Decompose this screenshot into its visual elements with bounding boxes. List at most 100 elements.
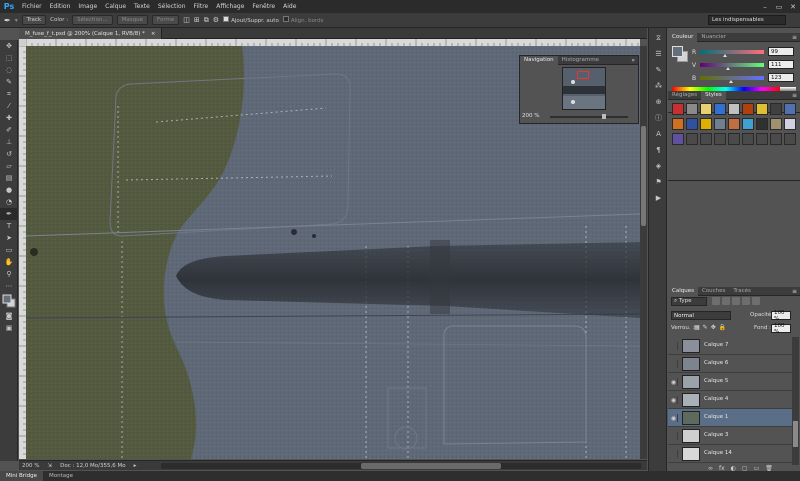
style-swatch[interactable] (700, 118, 712, 130)
style-swatch[interactable] (756, 118, 768, 130)
style-swatch[interactable] (672, 118, 684, 130)
tab-paths[interactable]: Tracés (729, 287, 754, 296)
tab-adjustments[interactable]: Réglages (668, 91, 701, 100)
track-mode-select[interactable]: Track (21, 15, 47, 25)
style-swatch[interactable] (742, 103, 754, 115)
layer-row[interactable]: Calque 14 (668, 445, 792, 463)
brush-panel-icon[interactable]: ✎ (649, 64, 668, 76)
horizontal-ruler[interactable] (25, 39, 640, 46)
layers-scrollbar[interactable] (792, 337, 799, 465)
pen-tool-icon[interactable]: ✒ (4, 16, 11, 25)
eyedropper-tool-icon[interactable]: ⁄ (0, 100, 18, 112)
character-panel-icon[interactable]: A (649, 128, 668, 140)
style-swatch[interactable] (672, 103, 684, 115)
style-swatch[interactable] (714, 103, 726, 115)
status-menu-arrow-icon[interactable]: ▸ (134, 463, 137, 469)
history-brush-tool-icon[interactable]: ↺ (0, 148, 18, 160)
filter-type-icon[interactable] (732, 297, 740, 305)
selection-button[interactable]: Sélection... (72, 15, 113, 25)
styles-panel-menu-icon[interactable]: ≡ (792, 92, 797, 99)
maximize-button[interactable]: ▭ (772, 0, 786, 13)
shape-tool-icon[interactable]: ▭ (0, 244, 18, 256)
menu-aide[interactable]: Aide (279, 3, 300, 10)
crop-tool-icon[interactable]: ⌗ (0, 88, 18, 100)
menu-selection[interactable]: Sélection (154, 3, 190, 10)
gear-icon[interactable]: ⚙ (213, 16, 219, 24)
document-tab[interactable]: M_fuse_f_t.psd @ 200% (Calque 1, RVB/8) … (19, 28, 163, 39)
style-swatch[interactable] (686, 118, 698, 130)
tab-styles[interactable]: Styles (701, 90, 726, 100)
filter-smart-object-icon[interactable] (752, 297, 760, 305)
visibility-eye-icon[interactable] (670, 342, 678, 350)
menu-edition[interactable]: Edition (46, 3, 75, 10)
lock-all-icon[interactable]: 🔒 (719, 324, 726, 331)
tab-timeline[interactable]: Montage (43, 471, 79, 481)
shape-button[interactable]: Forme (152, 15, 180, 25)
actions-panel-icon[interactable]: ▶ (649, 192, 668, 204)
visibility-eye-icon[interactable]: ◉ (670, 378, 678, 386)
path-arrangement-icon[interactable]: ⧉ (204, 16, 209, 25)
canvas-horizontal-scrollbar[interactable] (161, 463, 641, 469)
tab-layers[interactable]: Calques (668, 286, 698, 296)
horizontal-scroll-thumb[interactable] (361, 463, 501, 469)
mask-button[interactable]: Masque (116, 15, 149, 25)
style-swatch[interactable] (784, 103, 796, 115)
layer-row[interactable]: ◉ Calque 5 (668, 373, 792, 391)
path-alignment-icon[interactable]: ⊞ (194, 16, 200, 24)
minimize-button[interactable]: – (758, 0, 772, 13)
foreground-color-swatch[interactable] (672, 46, 683, 57)
green-slider-knob[interactable] (726, 67, 731, 70)
canvas-vertical-scrollbar[interactable] (640, 46, 647, 459)
green-slider[interactable] (700, 63, 764, 67)
tool-presets-icon[interactable]: ⚑ (649, 176, 668, 188)
fill-input[interactable]: 100 % (771, 323, 791, 335)
export-icon[interactable]: ⇲ (47, 463, 52, 469)
auto-add-delete-checkbox[interactable]: Ajout/Suppr. auto (223, 16, 279, 24)
style-swatch[interactable] (756, 133, 768, 145)
path-selection-tool-icon[interactable]: ➤ (0, 232, 18, 244)
style-swatch[interactable] (784, 118, 796, 130)
style-swatch[interactable] (672, 133, 684, 145)
panel-collapse-icon[interactable]: » (631, 57, 635, 64)
navigator-zoom-value[interactable]: 200 % (522, 113, 539, 119)
tab-color[interactable]: Couleur (668, 32, 698, 42)
red-slider[interactable] (700, 50, 764, 54)
layers-scroll-thumb[interactable] (793, 421, 798, 447)
move-tool-icon[interactable]: ✥ (0, 40, 18, 52)
layer-comps-icon[interactable]: ◈ (649, 160, 668, 172)
ruler-origin[interactable] (19, 39, 26, 46)
layer-row[interactable]: ◉ Calque 1 (668, 409, 792, 427)
navigator-view-box[interactable] (577, 71, 589, 79)
tab-navigation[interactable]: Navigation (520, 55, 558, 65)
layer-filter-select[interactable]: ⌕ Type (671, 297, 707, 306)
quick-selection-tool-icon[interactable]: ✎ (0, 76, 18, 88)
path-operations-icon[interactable]: ◫ (183, 16, 190, 24)
style-swatch[interactable] (714, 133, 726, 145)
style-swatch[interactable] (770, 133, 782, 145)
marquee-tool-icon[interactable]: ⬚ (0, 52, 18, 64)
style-swatch[interactable] (770, 103, 782, 115)
filter-pixel-icon[interactable] (712, 297, 720, 305)
zoom-tool-icon[interactable]: ⚲ (0, 268, 18, 280)
style-swatch[interactable] (756, 103, 768, 115)
visibility-eye-icon[interactable]: ◉ (670, 414, 678, 422)
clone-source-icon[interactable]: ⊕ (649, 96, 668, 108)
layer-row[interactable]: Calque 3 (668, 427, 792, 445)
style-swatch[interactable] (742, 118, 754, 130)
more-tools-icon[interactable]: ⋯ (0, 280, 18, 292)
style-swatch[interactable] (728, 103, 740, 115)
eraser-tool-icon[interactable]: ▱ (0, 160, 18, 172)
style-swatch[interactable] (686, 103, 698, 115)
filter-shape-icon[interactable] (742, 297, 750, 305)
menu-affichage[interactable]: Affichage (212, 3, 248, 10)
navigator-zoom-slider[interactable] (550, 114, 628, 119)
color-panel-menu-icon[interactable]: ≡ (792, 34, 797, 41)
layers-panel-menu-icon[interactable]: ≡ (792, 288, 797, 295)
color-swatches-icon[interactable] (0, 292, 18, 310)
gradient-tool-icon[interactable]: ▤ (0, 172, 18, 184)
hand-tool-icon[interactable]: ✋ (0, 256, 18, 268)
red-value-input[interactable]: 99 (768, 47, 794, 56)
healing-brush-tool-icon[interactable]: ✚ (0, 112, 18, 124)
pen-tool-icon[interactable]: ✒ (0, 208, 18, 220)
style-swatch[interactable] (714, 118, 726, 130)
